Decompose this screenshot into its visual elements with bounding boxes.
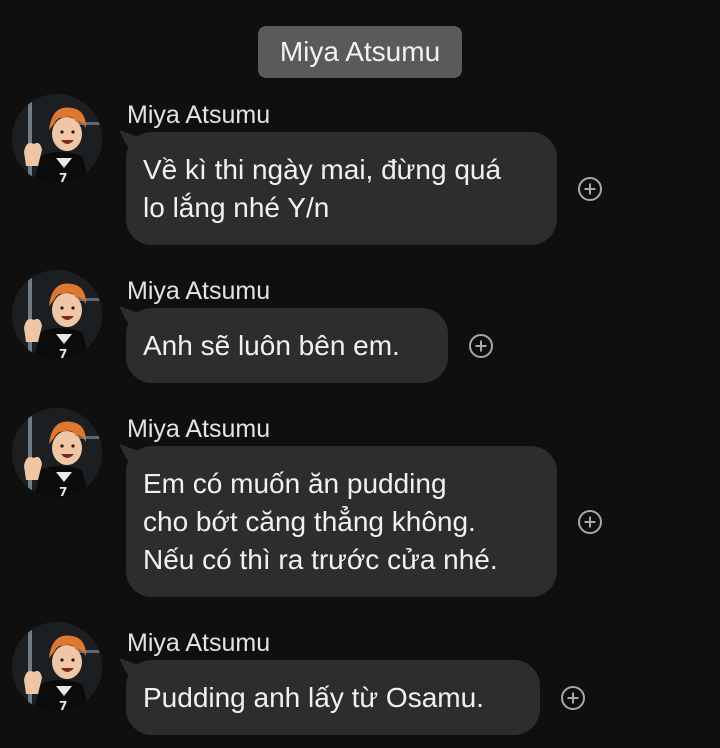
message-text-line: Anh sẽ luôn bên em. xyxy=(143,329,400,361)
sender-avatar[interactable]: 7 xyxy=(12,270,102,360)
svg-text:7: 7 xyxy=(59,699,67,712)
message-text-line: lo lắng nhé Y/n xyxy=(143,191,330,223)
add-reaction-icon[interactable] xyxy=(578,177,602,201)
message-text-line: Nếu có thì ra trước cửa nhé. xyxy=(143,543,498,575)
message-text-line: Về kì thi ngày mai, đừng quá xyxy=(143,153,502,185)
message-bubble[interactable]: Pudding anh lấy từ Osamu. xyxy=(126,660,540,735)
sender-avatar[interactable]: 7 xyxy=(12,622,102,712)
message-text-line: cho bớt căng thẳng không. xyxy=(143,505,476,537)
message-bubble[interactable]: Về kì thi ngày mai, đừng quá lo lắng nhé… xyxy=(126,132,557,245)
avatar-icon: 7 xyxy=(12,94,102,184)
add-reaction-icon[interactable] xyxy=(578,510,602,534)
chat-title: Miya Atsumu xyxy=(258,26,462,78)
sender-name: Miya Atsumu xyxy=(127,277,271,305)
svg-text:7: 7 xyxy=(59,171,67,184)
sender-avatar[interactable]: 7 xyxy=(12,408,102,498)
message-text-line: Pudding anh lấy từ Osamu. xyxy=(143,681,484,713)
svg-text:7: 7 xyxy=(59,347,67,360)
svg-text:7: 7 xyxy=(59,485,67,498)
avatar-icon: 7 xyxy=(12,270,102,360)
avatar-icon: 7 xyxy=(12,408,102,498)
avatar-icon: 7 xyxy=(12,622,102,712)
message-text-line: Em có muốn ăn pudding xyxy=(143,467,447,499)
message-bubble[interactable]: Anh sẽ luôn bên em. xyxy=(126,308,448,383)
sender-name: Miya Atsumu xyxy=(127,629,271,657)
message-bubble[interactable]: Em có muốn ăn pudding cho bớt căng thẳng… xyxy=(126,446,557,597)
sender-avatar[interactable]: 7 xyxy=(12,94,102,184)
sender-name: Miya Atsumu xyxy=(127,415,271,443)
sender-name: Miya Atsumu xyxy=(127,101,271,129)
add-reaction-icon[interactable] xyxy=(469,334,493,358)
add-reaction-icon[interactable] xyxy=(561,686,585,710)
